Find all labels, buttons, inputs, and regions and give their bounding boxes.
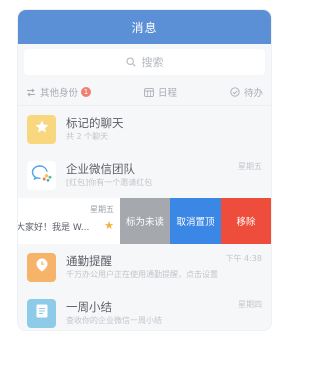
- chat-preview: 查收你的企业微信一周小结: [66, 315, 162, 325]
- list-item-swiped[interactable]: 星期五 大家好！我是 W... ★ 标为未读 取消置顶 移除: [18, 198, 271, 244]
- remove-button[interactable]: 移除: [221, 198, 271, 244]
- unpin-label: 取消置顶: [176, 217, 215, 228]
- mark-unread-label: 标为未读: [125, 217, 164, 228]
- filter-identity-label: 其他身份: [40, 88, 79, 99]
- search-area: 搜索: [18, 44, 271, 79]
- swiped-chat-content[interactable]: 星期五 大家好！我是 W... ★: [18, 198, 120, 244]
- check-circle-icon: [230, 87, 240, 97]
- calendar-icon: [144, 87, 154, 97]
- chat-time: 下午 4:38: [225, 254, 262, 263]
- list-item-commute-reminder[interactable]: 通勤提醒 千万办公用户正在使用通勤提醒，点击设置 下午 4:38: [18, 244, 271, 290]
- chat-title: 标记的聊天: [66, 115, 124, 130]
- filter-calendar-label: 日程: [157, 88, 177, 99]
- chat-preview: [红包]你有一个邀请红包: [66, 177, 153, 187]
- unpin-button[interactable]: 取消置顶: [170, 198, 221, 244]
- switch-arrows-icon: [26, 87, 36, 97]
- list-item-weekly-summary[interactable]: 一周小结 查收你的企业微信一周小结 星期四: [18, 290, 271, 330]
- filter-identity[interactable]: 其他身份 1: [26, 85, 92, 99]
- clock-icon: [34, 257, 50, 277]
- filter-calendar[interactable]: 日程: [144, 85, 177, 99]
- mark-unread-button[interactable]: 标为未读: [120, 198, 170, 244]
- page-title: 消息: [131, 20, 158, 35]
- avatar: [27, 252, 56, 282]
- wecom-logo-icon: [31, 164, 53, 186]
- status-badge: 1: [81, 87, 92, 97]
- chat-time: 星期五: [238, 162, 262, 171]
- chat-time: 星期四: [238, 300, 262, 309]
- chat-preview: 共 2 个聊天: [66, 131, 109, 141]
- avatar: [27, 160, 56, 190]
- list-item-starred-chats[interactable]: 标记的聊天 共 2 个聊天: [18, 106, 271, 152]
- star-icon: ★: [104, 219, 114, 232]
- chat-preview: 千万办公用户正在使用通勤提醒，点击设置: [66, 269, 218, 279]
- filter-bar: 其他身份 1 日程 待办: [18, 79, 271, 106]
- chat-time: 星期五: [90, 205, 114, 214]
- filter-todo[interactable]: 待办: [230, 85, 263, 99]
- avatar: [27, 114, 56, 144]
- remove-label: 移除: [236, 217, 256, 228]
- document-icon: [35, 303, 49, 323]
- star-icon: [34, 119, 50, 139]
- messages-screen: 消息 搜索 其他身份 1 日程 待办 标记的聊天 共 2 个聊天 企业微信团队 …: [18, 10, 271, 330]
- search-icon: [125, 57, 136, 67]
- filter-todo-label: 待办: [243, 88, 263, 99]
- search-placeholder: 搜索: [141, 56, 164, 69]
- header-bar: 消息: [18, 10, 271, 44]
- chat-preview: 大家好！我是 W...: [18, 223, 90, 233]
- search-input[interactable]: 搜索: [24, 49, 265, 75]
- list-item-wecom-team[interactable]: 企业微信团队 [红包]你有一个邀请红包 星期五: [18, 152, 271, 198]
- avatar: [27, 298, 56, 328]
